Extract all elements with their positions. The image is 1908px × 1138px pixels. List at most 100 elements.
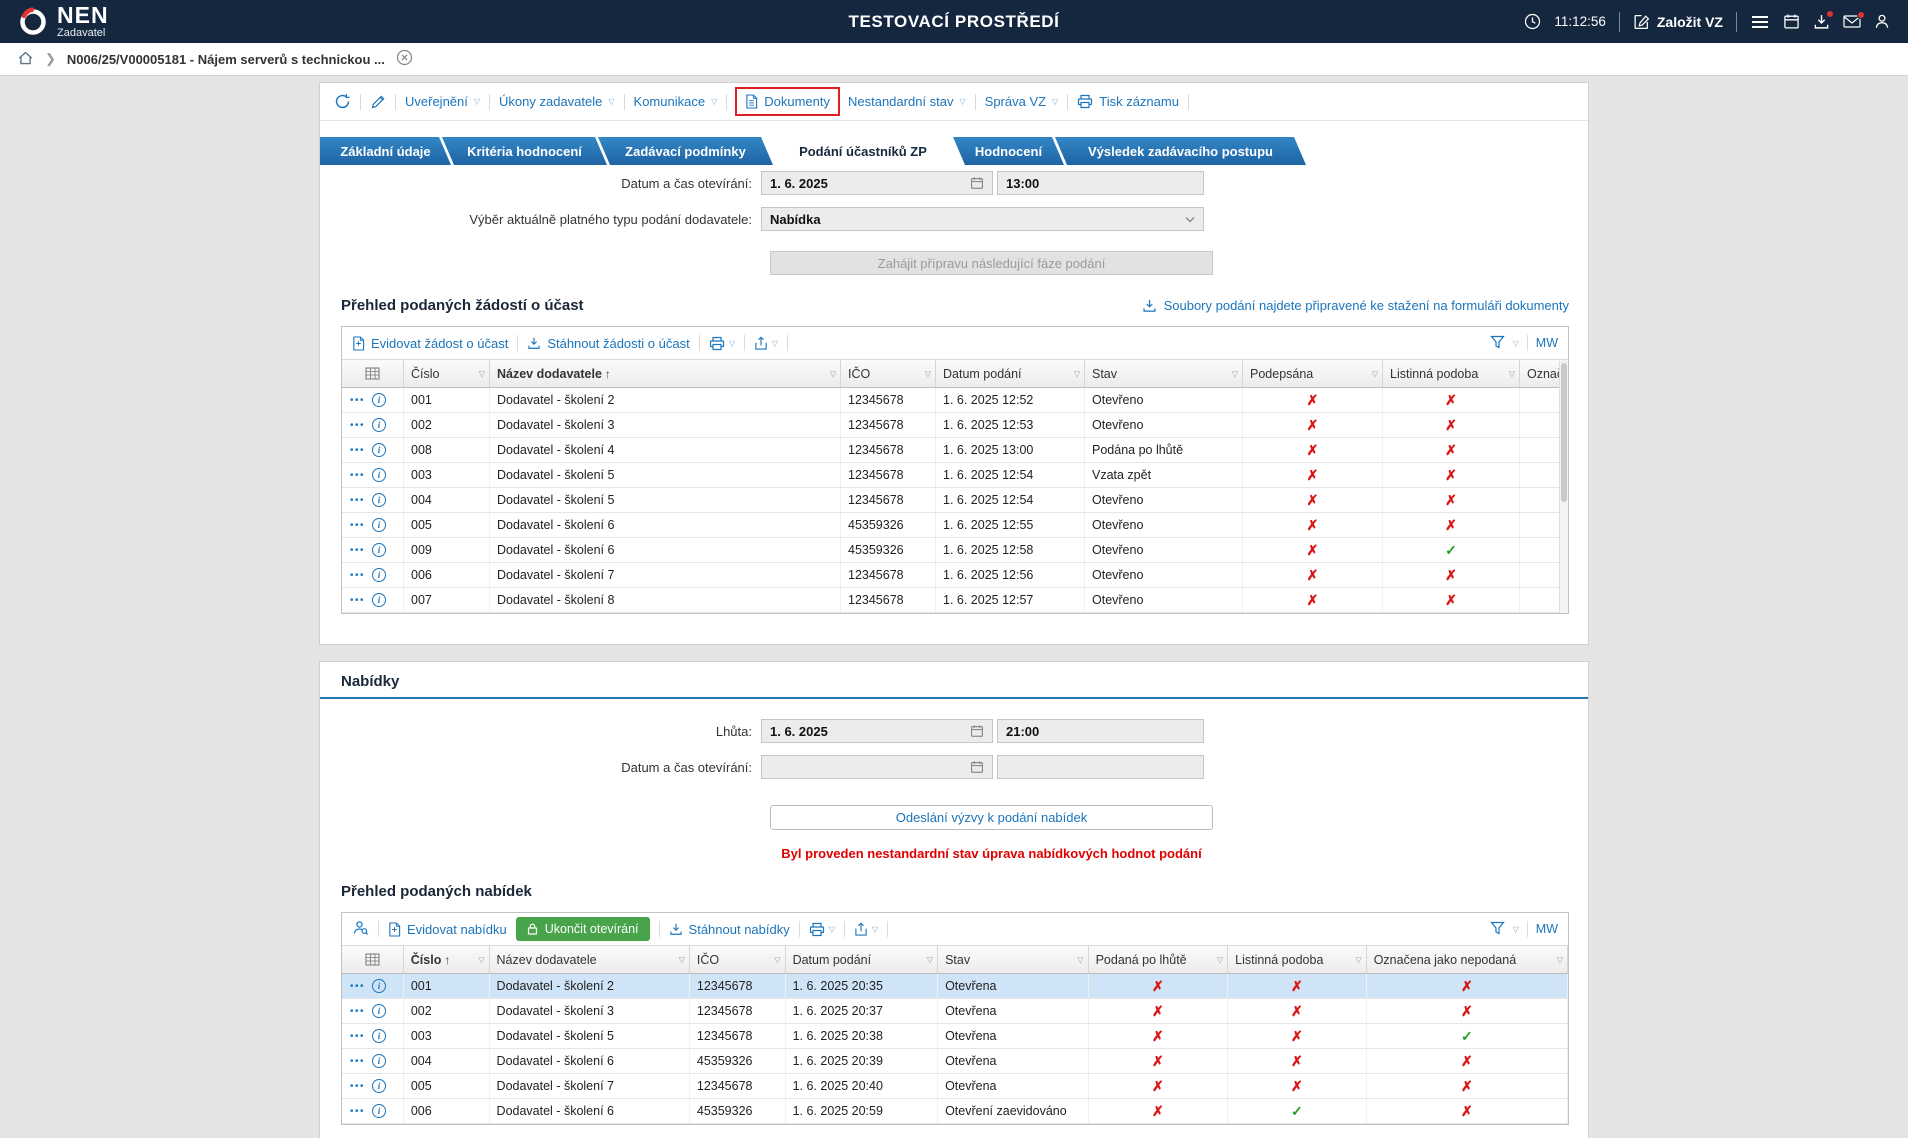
- row-actions-button[interactable]: •••: [350, 495, 365, 506]
- export-button[interactable]: ▽: [754, 336, 778, 351]
- row-info-button[interactable]: i: [372, 1004, 386, 1018]
- calendar-icon[interactable]: [970, 760, 984, 774]
- table-row[interactable]: •••i004Dodavatel - školení 6453593261. 6…: [342, 1049, 1568, 1074]
- column-header[interactable]: Číslo▽: [404, 360, 490, 387]
- column-header[interactable]: Označena jako nepodaná: [1520, 360, 1563, 387]
- download-requests-button[interactable]: Stáhnout žádosti o účast: [527, 336, 689, 351]
- menu-dokumenty[interactable]: Dokumenty: [735, 87, 840, 116]
- column-header[interactable]: Název dodavatele↑▽: [490, 360, 841, 387]
- table-row[interactable]: •••i001Dodavatel - školení 2123456781. 6…: [342, 974, 1568, 999]
- table-row[interactable]: •••i003Dodavatel - školení 5123456781. 6…: [342, 1024, 1568, 1049]
- column-header[interactable]: Stav▽: [938, 946, 1089, 973]
- chevron-down-icon[interactable]: ▽: [1513, 925, 1519, 934]
- create-vz-button[interactable]: Založit VZ: [1633, 13, 1723, 30]
- column-header[interactable]: Datum podání▽: [786, 946, 939, 973]
- messages-icon[interactable]: [1843, 14, 1861, 29]
- offers-open-date-field[interactable]: [761, 755, 993, 779]
- menu-hamburger-icon[interactable]: [1750, 14, 1770, 30]
- column-header[interactable]: Číslo↑▽: [404, 946, 490, 973]
- filter-icon[interactable]: ▽: [1372, 369, 1378, 378]
- filter-icon[interactable]: ▽: [774, 955, 780, 964]
- row-actions-button[interactable]: •••: [350, 395, 365, 406]
- table-row[interactable]: •••i005Dodavatel - školení 6453593261. 6…: [342, 513, 1568, 538]
- filter-icon[interactable]: ▽: [479, 369, 485, 378]
- column-header[interactable]: Označena jako nepodaná▽: [1367, 946, 1568, 973]
- tab-hodnoceni[interactable]: Hodnocení: [953, 137, 1064, 165]
- export-button[interactable]: ▽: [854, 922, 878, 937]
- menu-tisk-zaznamu[interactable]: Tisk záznamu: [1077, 94, 1179, 109]
- chevron-down-icon[interactable]: ▽: [1513, 339, 1519, 348]
- history-icon[interactable]: [334, 93, 351, 110]
- calendar-icon[interactable]: [970, 724, 984, 738]
- column-header[interactable]: Datum podání▽: [936, 360, 1085, 387]
- row-actions-button[interactable]: •••: [350, 470, 365, 481]
- filter-icon[interactable]: ▽: [925, 369, 931, 378]
- filter-button[interactable]: [1490, 335, 1505, 352]
- filter-icon[interactable]: ▽: [1356, 955, 1362, 964]
- row-info-button[interactable]: i: [372, 443, 386, 457]
- row-actions-button[interactable]: •••: [350, 545, 365, 556]
- table-row[interactable]: •••i007Dodavatel - školení 8123456781. 6…: [342, 588, 1568, 613]
- open-date-field[interactable]: 1. 6. 2025: [761, 171, 993, 195]
- row-info-button[interactable]: i: [372, 979, 386, 993]
- column-header[interactable]: Podaná po lhůtě▽: [1089, 946, 1229, 973]
- row-actions-button[interactable]: •••: [350, 981, 365, 992]
- filter-icon[interactable]: ▽: [927, 955, 933, 964]
- mw-button[interactable]: MW: [1536, 336, 1558, 350]
- files-hint-link[interactable]: Soubory podání najdete připravené ke sta…: [1142, 298, 1569, 313]
- row-info-button[interactable]: i: [372, 518, 386, 532]
- filter-icon[interactable]: ▽: [830, 369, 836, 378]
- tab-podani-ucastniku-zp[interactable]: Podání účastníků ZP: [764, 137, 962, 165]
- tab-vysledek-zadavaciho-postupu[interactable]: Výsledek zadávacího postupu: [1055, 137, 1306, 165]
- close-record-icon[interactable]: [396, 49, 413, 69]
- tab-zadavaci-podminky[interactable]: Zadávací podmínky: [598, 137, 773, 165]
- row-info-button[interactable]: i: [372, 393, 386, 407]
- edit-icon[interactable]: [370, 94, 386, 110]
- print-button[interactable]: ▽: [809, 922, 835, 937]
- register-offer-button[interactable]: Evidovat nabídku: [388, 922, 507, 937]
- row-info-button[interactable]: i: [372, 1104, 386, 1118]
- table-row[interactable]: •••i001Dodavatel - školení 2123456781. 6…: [342, 388, 1568, 413]
- column-header[interactable]: IČO▽: [690, 946, 786, 973]
- scrollbar-thumb[interactable]: [1561, 363, 1567, 502]
- filter-icon[interactable]: ▽: [478, 955, 484, 964]
- breadcrumb-record[interactable]: N006/25/V00005181 - Nájem serverů s tech…: [67, 52, 385, 67]
- row-info-button[interactable]: i: [372, 568, 386, 582]
- row-info-button[interactable]: i: [372, 468, 386, 482]
- offers-open-time-field[interactable]: [997, 755, 1204, 779]
- tab-zakladni-udaje[interactable]: Základní údaje: [320, 137, 451, 165]
- row-info-button[interactable]: i: [372, 1079, 386, 1093]
- table-row[interactable]: •••i003Dodavatel - školení 5123456781. 6…: [342, 463, 1568, 488]
- menu-komunikace[interactable]: Komunikace▽: [634, 94, 718, 109]
- send-call-button[interactable]: Odeslání výzvy k podání nabídek: [770, 805, 1213, 830]
- row-actions-button[interactable]: •••: [350, 1006, 365, 1017]
- table-row[interactable]: •••i004Dodavatel - školení 5123456781. 6…: [342, 488, 1568, 513]
- row-actions-button[interactable]: •••: [350, 1031, 365, 1042]
- row-actions-button[interactable]: •••: [350, 1106, 365, 1117]
- row-info-button[interactable]: i: [372, 418, 386, 432]
- row-actions-button[interactable]: •••: [350, 420, 365, 431]
- table-row[interactable]: •••i002Dodavatel - školení 3123456781. 6…: [342, 413, 1568, 438]
- row-actions-button[interactable]: •••: [350, 595, 365, 606]
- row-info-button[interactable]: i: [372, 1054, 386, 1068]
- column-header[interactable]: Podepsána▽: [1243, 360, 1383, 387]
- table-row[interactable]: •••i002Dodavatel - školení 3123456781. 6…: [342, 999, 1568, 1024]
- row-info-button[interactable]: i: [372, 1029, 386, 1043]
- filter-icon[interactable]: ▽: [1077, 955, 1083, 964]
- tab-kriteria-hodnoceni[interactable]: Kritéria hodnocení: [442, 137, 607, 165]
- menu-nestandardni-stav[interactable]: Nestandardní stav▽: [848, 94, 966, 109]
- filter-icon[interactable]: ▽: [1509, 369, 1515, 378]
- table-row[interactable]: •••i008Dodavatel - školení 4123456781. 6…: [342, 438, 1568, 463]
- row-actions-button[interactable]: •••: [350, 1056, 365, 1067]
- row-actions-button[interactable]: •••: [350, 445, 365, 456]
- deadline-time-field[interactable]: 21:00: [997, 719, 1204, 743]
- menu-sprava-vz[interactable]: Správa VZ▽: [985, 94, 1059, 109]
- row-info-button[interactable]: i: [372, 543, 386, 557]
- next-phase-button[interactable]: Zahájit přípravu následující fáze podání: [770, 251, 1213, 275]
- filter-icon[interactable]: ▽: [1557, 955, 1563, 964]
- table-row[interactable]: •••i006Dodavatel - školení 7123456781. 6…: [342, 563, 1568, 588]
- open-time-field[interactable]: 13:00: [997, 171, 1204, 195]
- row-actions-button[interactable]: •••: [350, 1081, 365, 1092]
- register-request-button[interactable]: Evidovat žádost o účast: [352, 336, 508, 351]
- row-info-button[interactable]: i: [372, 493, 386, 507]
